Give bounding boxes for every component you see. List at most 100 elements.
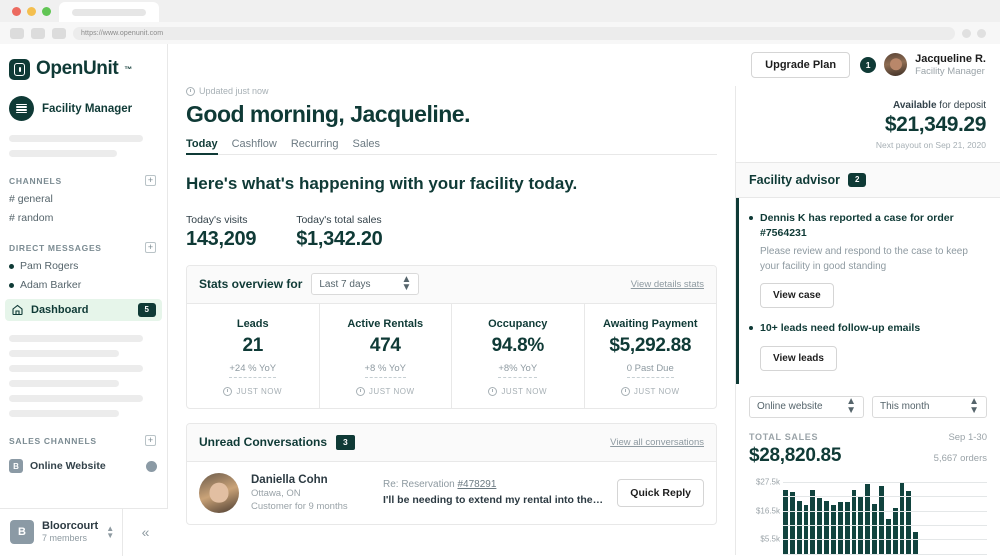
placeholder-bar [9,150,117,157]
total-sales-range: Sep 1-30 [948,432,987,443]
chart-bar [810,490,815,553]
placeholder-bar [9,135,143,142]
reload-icon[interactable] [52,28,66,39]
updated-status: Updated just now [186,86,717,96]
view-case-button[interactable]: View case [760,283,834,308]
add-channel-icon[interactable]: + [145,175,156,186]
stats-card-title: Stats overview for [199,277,302,291]
browser-tab[interactable] [59,2,159,22]
facility-advisor-badge: 2 [848,173,866,187]
channel-select[interactable]: Online website ▲▼ [749,396,864,418]
maximize-window-icon[interactable] [42,7,51,16]
sales-channel-list: B Online Website [0,453,167,473]
clock-icon [488,387,497,396]
stats-card-header: Stats overview for Last 7 days ▲▼ View d… [187,266,716,304]
metric-time-text: JUST NOW [236,387,282,396]
channel-label: Online Website [30,460,139,472]
extensions-icon[interactable] [962,29,971,38]
tab-title-placeholder [72,9,146,16]
collapse-sidebar-button[interactable]: « [122,509,168,556]
tab-sales[interactable]: Sales [353,138,381,155]
metric-value: 94.8% [456,335,580,357]
advisor-item-title: 10+ leads need follow-up emails [760,321,920,336]
channels-title: CHANNELS [9,176,62,186]
total-sales-values: $28,820.85 5,667 orders [749,445,987,467]
user-menu[interactable]: 1 Jacqueline R. Facility Manager [860,52,986,79]
view-details-stats-link[interactable]: View details stats [631,279,704,290]
forward-icon[interactable] [31,28,45,39]
advisor-item-title: Dennis K has reported a case for order #… [760,211,987,241]
sidebar-item-random[interactable]: # random [0,205,167,224]
quick-reply-button[interactable]: Quick Reply [617,479,704,507]
sidebar-item-dashboard[interactable]: Dashboard 5 [5,299,162,321]
chevron-updown-icon: ▲▼ [846,398,856,415]
chevron-updown-icon: ▲▼ [969,398,979,415]
total-sales-header: TOTAL SALES Sep 1-30 [749,432,987,443]
dm-section-header: DIRECT MESSAGES + [0,242,167,253]
deposit-amount: $21,349.29 [750,113,986,137]
notification-badge[interactable]: 1 [860,57,876,73]
add-dm-icon[interactable]: + [145,242,156,253]
period-select[interactable]: This month ▲▼ [872,396,987,418]
conversations-badge: 3 [336,435,355,450]
presence-online-icon [9,283,14,288]
metric-label: Active Rentals [324,318,448,330]
unread-conversations-card: Unread Conversations 3 View all conversa… [186,423,717,525]
sidebar-placeholder-group-2 [0,321,167,417]
tab-cashflow[interactable]: Cashflow [232,138,277,155]
page-title: Good morning, Jacqueline. [186,101,717,128]
contact-location: Ottawa, ON [251,488,371,499]
view-all-conversations-link[interactable]: View all conversations [610,437,704,448]
add-sales-channel-icon[interactable]: + [145,435,156,446]
sidebar-item-pam-rogers[interactable]: Pam Rogers [0,253,167,272]
advisor-item-case: Dennis K has reported a case for order #… [749,211,987,308]
close-window-icon[interactable] [12,7,21,16]
conversation-row[interactable]: Daniella Cohn Ottawa, ON Customer for 9 … [187,462,716,524]
metric-delta: +8% YoY [498,363,537,378]
avatar[interactable] [883,52,908,77]
brand-name: OpenUnit [36,58,118,80]
tab-today[interactable]: Today [186,138,218,155]
tab-recurring[interactable]: Recurring [291,138,339,155]
sidebar: OpenUnit ™ Facility Manager CHANNELS + #… [0,44,168,555]
channel-select-value: Online website [757,401,823,412]
chevron-left-double-icon: « [142,524,150,540]
view-leads-button[interactable]: View leads [760,346,837,371]
stats-range-value: Last 7 days [319,279,370,290]
window-controls[interactable] [10,0,59,22]
chart-plot-area [783,476,987,554]
address-bar[interactable]: https://www.openunit.com [73,27,955,40]
placeholder-bar [9,380,119,387]
sidebar-item-adam-barker[interactable]: Adam Barker [0,272,167,291]
minimize-window-icon[interactable] [27,7,36,16]
brand-logo[interactable]: OpenUnit ™ [0,44,167,80]
sidebar-item-online-website[interactable]: B Online Website [0,453,167,473]
upgrade-plan-button[interactable]: Upgrade Plan [751,52,850,78]
metric-label: Occupancy [456,318,580,330]
right-panel: Available for deposit $21,349.29 Next pa… [735,86,1000,555]
metric-timestamp: JUST NOW [456,387,580,396]
avatar [199,473,239,513]
facility-advisor-title: Facility advisor [749,173,840,187]
stats-range-select[interactable]: Last 7 days ▲▼ [311,273,419,295]
browser-toolbar: https://www.openunit.com [0,22,1000,44]
chart-gridline [783,525,987,526]
channels-section-header: CHANNELS + [0,175,167,186]
user-name: Jacqueline R. [915,52,986,66]
sidebar-footer: B Bloorcourt 7 members ▲▼ « [0,508,168,555]
profile-icon[interactable] [977,29,986,38]
channel-avatar: B [9,459,23,473]
chart-bar [900,483,905,553]
chart-bar [865,484,870,554]
workspace-switcher[interactable]: Facility Manager [0,80,167,121]
chart-bar [804,505,809,554]
metric-active-rentals: Active Rentals 474 +8 % YoY JUST NOW [320,304,453,408]
back-icon[interactable] [10,28,24,39]
reservation-link[interactable]: #478291 [457,479,496,490]
chart-y-tick-label: $27.5k [756,478,780,487]
workspace-name: Facility Manager [42,103,132,115]
chevron-updown-icon[interactable]: ▲▼ [106,525,114,539]
account-switcher[interactable]: B Bloorcourt 7 members ▲▼ [0,520,122,545]
account-name: Bloorcourt [42,520,98,534]
sidebar-item-general[interactable]: # general [0,186,167,205]
